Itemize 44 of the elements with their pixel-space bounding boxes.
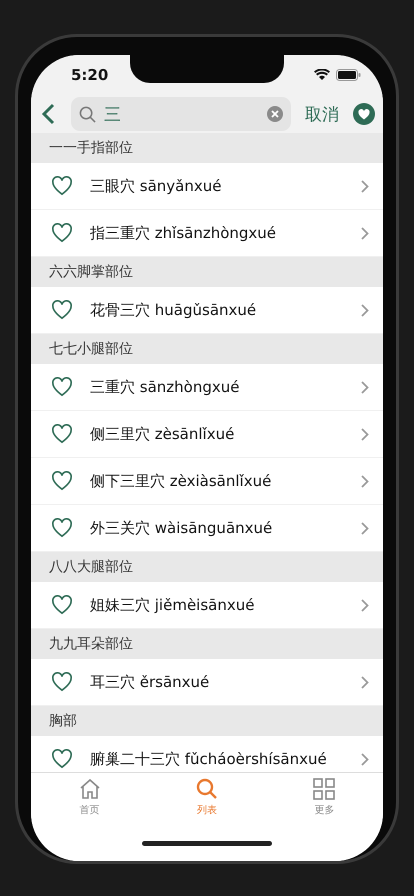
heart-icon[interactable]	[51, 595, 73, 615]
status-time: 5:20	[71, 66, 108, 84]
chevron-icon	[361, 428, 369, 440]
chevron-icon	[361, 226, 369, 240]
home-icon	[78, 777, 102, 801]
section-header: 一一手指部位	[31, 133, 383, 163]
heart-icon[interactable]	[51, 377, 73, 397]
chevron-icon	[361, 304, 369, 316]
chevron-icon	[361, 676, 369, 688]
heart-icon[interactable]	[51, 518, 73, 538]
section-header: 九九耳朵部位	[31, 629, 383, 659]
chevron-icon	[361, 380, 369, 394]
search-icon	[79, 106, 96, 122]
tab-item[interactable]: 更多	[294, 777, 354, 825]
heart-icon[interactable]	[51, 223, 73, 243]
heart-icon[interactable]	[51, 471, 73, 491]
favorites-button[interactable]	[353, 103, 375, 125]
chevron-icon	[361, 474, 369, 488]
tab-item[interactable]: 首页	[60, 777, 120, 825]
list-row[interactable]: 三眼穴 sānyǎnxué	[31, 163, 383, 210]
clear-icon[interactable]	[267, 106, 283, 122]
heart-icon[interactable]	[51, 749, 73, 769]
grid-icon	[312, 777, 336, 801]
list-row[interactable]: 侧下三里穴 zèxiàsānlǐxué	[31, 458, 383, 505]
chevron-icon	[361, 598, 369, 612]
battery-icon	[336, 69, 361, 81]
list-row[interactable]: 侧三里穴 zèsānlǐxué	[31, 411, 383, 458]
chevron-icon	[361, 180, 369, 192]
section-header: 七七小腿部位	[31, 334, 383, 364]
list-row[interactable]: 三重穴 sānzhòngxué	[31, 364, 383, 411]
section-header: 六六脚掌部位	[31, 257, 383, 287]
chevron-icon	[361, 522, 369, 534]
section-header: 胸部	[31, 706, 383, 736]
heart-icon[interactable]	[51, 300, 73, 320]
heart-icon[interactable]	[51, 672, 73, 692]
wifi-icon	[314, 69, 330, 81]
section-header: 八八大腿部位	[31, 552, 383, 582]
chevron-icon	[361, 752, 369, 766]
search-icon	[194, 777, 219, 801]
heart-icon[interactable]	[51, 424, 73, 444]
heart-icon	[358, 108, 370, 120]
cancel-button[interactable]: 取消	[299, 102, 345, 126]
heart-icon[interactable]	[51, 176, 73, 196]
search-field[interactable]: 三	[71, 97, 291, 131]
